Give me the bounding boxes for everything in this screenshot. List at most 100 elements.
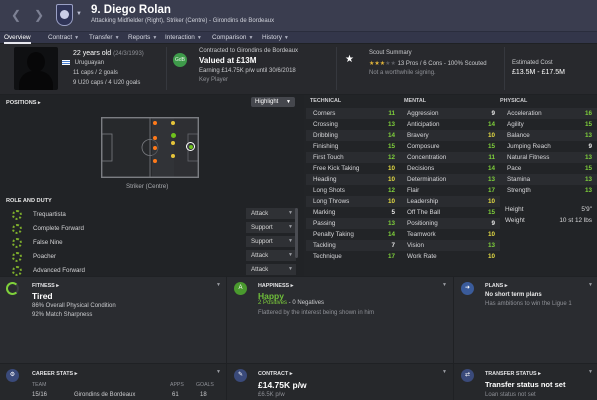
attribute-row[interactable]: Marking 5: [306, 207, 400, 218]
plans-title[interactable]: PLANS ▸: [485, 283, 508, 289]
contract-club[interactable]: Contracted to Girondins de Bordeaux: [199, 48, 298, 54]
role-suitability-icon: [12, 266, 22, 276]
tab-interaction[interactable]: Interaction ▼: [165, 32, 202, 44]
position-dot-natural[interactable]: [171, 133, 176, 138]
attribute-row[interactable]: Finishing 15: [306, 141, 400, 152]
crest-dropdown-icon[interactable]: ▼: [76, 11, 82, 17]
attribute-row[interactable]: Decisions 14: [400, 163, 500, 174]
positions-title[interactable]: POSITIONS ▸: [6, 100, 41, 106]
chevron-down-icon[interactable]: ▼: [442, 369, 447, 375]
career-row-team[interactable]: Girondins de Bordeaux: [74, 392, 135, 398]
attribute-row[interactable]: Long Shots 12: [306, 185, 400, 196]
duty-dropdown[interactable]: Attack ▼: [246, 208, 296, 219]
attribute-row[interactable]: Long Throws 10: [306, 196, 400, 207]
duty-dropdown[interactable]: Support ▼: [246, 222, 296, 233]
position-dot[interactable]: [171, 154, 175, 158]
tab-transfer[interactable]: Transfer ▼: [89, 32, 120, 44]
career-stats-title[interactable]: CAREER STATS ▸: [32, 371, 77, 377]
club-crest-icon[interactable]: [56, 4, 73, 26]
duty-dropdown[interactable]: Support ▼: [246, 236, 296, 247]
attribute-value: 10: [487, 253, 495, 260]
attribute-row[interactable]: Bravery 10: [400, 130, 500, 141]
position-dot[interactable]: [153, 136, 157, 140]
attribute-row[interactable]: Positioning 9: [400, 218, 500, 229]
duty-dropdown[interactable]: Attack ▼: [246, 264, 296, 275]
attribute-row[interactable]: First Touch 12: [306, 152, 400, 163]
scout-summary-title[interactable]: Scout Summary: [369, 50, 412, 56]
position-dot[interactable]: [153, 146, 157, 150]
attribute-row[interactable]: Concentration 11: [400, 152, 500, 163]
back-arrow-icon[interactable]: ❮: [11, 8, 21, 22]
player-header: ❮ ❯ ▼ 9. Diego Rolan Attacking Midfielde…: [0, 0, 597, 31]
attribute-row[interactable]: Off The Ball 15: [400, 207, 500, 218]
attribute-name: Flair: [407, 187, 420, 194]
attribute-row[interactable]: Teamwork 10: [400, 229, 500, 240]
attribute-row[interactable]: Penalty Taking 14: [306, 229, 400, 240]
transfer-status-title[interactable]: TRANSFER STATUS ▸: [485, 371, 541, 377]
role-row[interactable]: False Nine Support ▼: [6, 236, 296, 249]
chevron-down-icon: ▼: [288, 210, 293, 216]
fitness-panel: [0, 277, 226, 363]
attribute-value: 13: [584, 154, 592, 161]
attribute-row[interactable]: Dribbling 14: [306, 130, 400, 141]
position-dot[interactable]: [153, 159, 157, 163]
chevron-down-icon[interactable]: ▼: [216, 282, 221, 288]
attribute-row[interactable]: Jumping Reach 9: [500, 141, 597, 152]
attribute-row[interactable]: Technique 17: [306, 251, 400, 262]
attribute-row[interactable]: Tackling 7: [306, 240, 400, 251]
attribute-row[interactable]: Agility 15: [500, 119, 597, 130]
contract-title[interactable]: CONTRACT ▸: [258, 371, 292, 377]
forward-arrow-icon[interactable]: ❯: [34, 8, 44, 22]
attribute-row[interactable]: Stamina 13: [500, 174, 597, 185]
duty-dropdown[interactable]: Attack ▼: [246, 250, 296, 261]
physical-attributes: Acceleration 16 Agility 15 Balance 13 Jumping …: [500, 108, 597, 196]
tab-comparison[interactable]: Comparison ▼: [212, 32, 253, 44]
attribute-row[interactable]: Pace 15: [500, 163, 597, 174]
position-dot-natural[interactable]: [188, 144, 193, 149]
chevron-down-icon[interactable]: ▼: [442, 282, 447, 288]
attribute-row[interactable]: Anticipation 14: [400, 119, 500, 130]
role-row[interactable]: Trequartista Attack ▼: [6, 208, 296, 221]
chevron-down-icon[interactable]: ▼: [588, 369, 593, 375]
attribute-row[interactable]: Work Rate 10: [400, 251, 500, 262]
roles-scrollbar[interactable]: [295, 208, 298, 258]
role-row[interactable]: Complete Forward Support ▼: [6, 222, 296, 235]
position-dot[interactable]: [171, 141, 175, 145]
attribute-name: Concentration: [407, 154, 447, 161]
club-badge-icon[interactable]: GdB: [173, 53, 187, 67]
attribute-row[interactable]: Heading 10: [306, 174, 400, 185]
attribute-row[interactable]: Balance 13: [500, 130, 597, 141]
attribute-name: Corners: [313, 110, 336, 117]
attribute-row[interactable]: Aggression 9: [400, 108, 500, 119]
attribute-row[interactable]: Strength 13: [500, 185, 597, 196]
position-dot[interactable]: [153, 121, 157, 125]
attribute-name: Finishing: [313, 143, 339, 150]
chevron-down-icon: ▼: [283, 35, 289, 41]
tab-reports[interactable]: Reports ▼: [128, 32, 157, 44]
attribute-row[interactable]: Vision 13: [400, 240, 500, 251]
tab-overview[interactable]: Overview: [4, 32, 31, 44]
attribute-row[interactable]: Determination 13: [400, 174, 500, 185]
role-row[interactable]: Advanced Forward Attack ▼: [6, 264, 296, 277]
tab-history[interactable]: History ▼: [262, 32, 289, 44]
attribute-row[interactable]: Crossing 13: [306, 119, 400, 130]
attribute-name: Balance: [507, 132, 530, 139]
happiness-title[interactable]: HAPPINESS ▸: [258, 283, 293, 289]
attribute-row[interactable]: Natural Fitness 13: [500, 152, 597, 163]
chevron-down-icon[interactable]: ▼: [588, 282, 593, 288]
position-dot[interactable]: [171, 121, 175, 125]
attribute-row[interactable]: Acceleration 16: [500, 108, 597, 119]
attribute-row[interactable]: Leadership 10: [400, 196, 500, 207]
chevron-down-icon[interactable]: ▼: [216, 369, 221, 375]
height-row: Height 5'9": [505, 206, 592, 213]
attribute-row[interactable]: Flair 17: [400, 185, 500, 196]
fitness-title[interactable]: FITNESS ▸: [32, 283, 59, 289]
highlight-dropdown[interactable]: Highlight ▼: [251, 97, 295, 107]
tab-contract[interactable]: Contract ▼: [48, 32, 79, 44]
attribute-row[interactable]: Passing 13: [306, 218, 400, 229]
attribute-row[interactable]: Free Kick Taking 10: [306, 163, 400, 174]
attribute-row[interactable]: Composure 15: [400, 141, 500, 152]
attribute-row[interactable]: Corners 11: [306, 108, 400, 119]
attribute-value: 7: [391, 242, 395, 249]
role-row[interactable]: Poacher Attack ▼: [6, 250, 296, 263]
